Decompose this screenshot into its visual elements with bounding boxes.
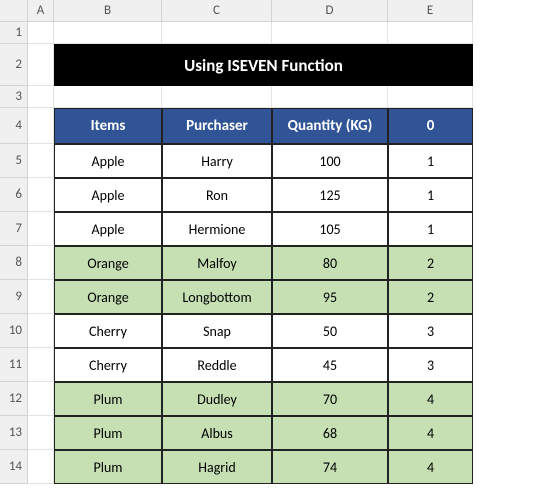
cell-item[interactable]: Plum xyxy=(54,416,162,450)
row-header-7[interactable]: 7 xyxy=(0,212,28,246)
row-header-2[interactable]: 2 xyxy=(0,44,28,86)
cell-quantity[interactable]: 74 xyxy=(272,450,388,484)
cell[interactable] xyxy=(272,22,388,44)
col-header-A[interactable]: A xyxy=(28,0,54,22)
cell-quantity[interactable]: 95 xyxy=(272,280,388,314)
cell[interactable] xyxy=(28,246,54,280)
row-header-9[interactable]: 9 xyxy=(0,280,28,314)
cell-group[interactable]: 3 xyxy=(388,348,473,382)
row-header-12[interactable]: 12 xyxy=(0,382,28,416)
cell-purchaser[interactable]: Harry xyxy=(162,144,272,178)
cell-group[interactable]: 1 xyxy=(388,212,473,246)
row-header-6[interactable]: 6 xyxy=(0,178,28,212)
cell-item[interactable]: Apple xyxy=(54,212,162,246)
cell-quantity[interactable]: 80 xyxy=(272,246,388,280)
cell[interactable] xyxy=(162,86,272,108)
row-header-14[interactable]: 14 xyxy=(0,450,28,484)
cell[interactable] xyxy=(28,144,54,178)
cell[interactable] xyxy=(388,22,473,44)
cell-item[interactable]: Plum xyxy=(54,450,162,484)
cell-purchaser[interactable]: Longbottom xyxy=(162,280,272,314)
cell-purchaser[interactable]: Ron xyxy=(162,178,272,212)
cell-item[interactable]: Cherry xyxy=(54,348,162,382)
cell[interactable] xyxy=(28,86,54,108)
cell-item[interactable]: Plum xyxy=(54,382,162,416)
cell-item[interactable]: Apple xyxy=(54,178,162,212)
cell[interactable] xyxy=(388,86,473,108)
cell-group[interactable]: 4 xyxy=(388,416,473,450)
cell-purchaser[interactable]: Hagrid xyxy=(162,450,272,484)
cell-quantity[interactable]: 70 xyxy=(272,382,388,416)
cell-quantity[interactable]: 125 xyxy=(272,178,388,212)
cell-quantity[interactable]: 50 xyxy=(272,314,388,348)
cell-group[interactable]: 4 xyxy=(388,382,473,416)
cell[interactable] xyxy=(28,450,54,484)
cell[interactable] xyxy=(28,212,54,246)
cell[interactable] xyxy=(28,314,54,348)
spreadsheet-grid[interactable]: ABCDE12Using ISEVEN Function34ItemsPurch… xyxy=(0,0,548,484)
cell-purchaser[interactable]: Dudley xyxy=(162,382,272,416)
cell-item[interactable]: Cherry xyxy=(54,314,162,348)
cell[interactable] xyxy=(28,280,54,314)
row-header-8[interactable]: 8 xyxy=(0,246,28,280)
cell[interactable] xyxy=(272,86,388,108)
cell[interactable] xyxy=(54,86,162,108)
cell[interactable] xyxy=(162,22,272,44)
cell-purchaser[interactable]: Snap xyxy=(162,314,272,348)
cell-item[interactable]: Orange xyxy=(54,246,162,280)
table-header-group: 0 xyxy=(388,108,473,144)
col-header-E[interactable]: E xyxy=(388,0,473,22)
cell-group[interactable]: 1 xyxy=(388,178,473,212)
cell-item[interactable]: Apple xyxy=(54,144,162,178)
col-header-B[interactable]: B xyxy=(54,0,162,22)
page-title: Using ISEVEN Function xyxy=(54,44,473,86)
row-header-5[interactable]: 5 xyxy=(0,144,28,178)
cell-purchaser[interactable]: Reddle xyxy=(162,348,272,382)
cell-group[interactable]: 1 xyxy=(388,144,473,178)
cell-purchaser[interactable]: Albus xyxy=(162,416,272,450)
table-header-quantity: Quantity (KG) xyxy=(272,108,388,144)
table-header-items: Items xyxy=(54,108,162,144)
row-header-11[interactable]: 11 xyxy=(0,348,28,382)
row-header-3[interactable]: 3 xyxy=(0,86,28,108)
row-header-13[interactable]: 13 xyxy=(0,416,28,450)
cell[interactable] xyxy=(28,44,54,86)
row-header-4[interactable]: 4 xyxy=(0,108,28,144)
cell-quantity[interactable]: 45 xyxy=(272,348,388,382)
cell-quantity[interactable]: 100 xyxy=(272,144,388,178)
table-header-purchaser: Purchaser xyxy=(162,108,272,144)
cell[interactable] xyxy=(28,108,54,144)
select-all-corner[interactable] xyxy=(0,0,28,22)
cell-group[interactable]: 2 xyxy=(388,246,473,280)
cell-quantity[interactable]: 68 xyxy=(272,416,388,450)
cell-group[interactable]: 2 xyxy=(388,280,473,314)
cell-purchaser[interactable]: Hermione xyxy=(162,212,272,246)
row-header-10[interactable]: 10 xyxy=(0,314,28,348)
cell-purchaser[interactable]: Malfoy xyxy=(162,246,272,280)
cell-quantity[interactable]: 105 xyxy=(272,212,388,246)
cell-item[interactable]: Orange xyxy=(54,280,162,314)
cell[interactable] xyxy=(28,178,54,212)
row-header-1[interactable]: 1 xyxy=(0,22,28,44)
cell[interactable] xyxy=(28,382,54,416)
cell[interactable] xyxy=(28,22,54,44)
cell-group[interactable]: 4 xyxy=(388,450,473,484)
cell[interactable] xyxy=(28,416,54,450)
cell[interactable] xyxy=(28,348,54,382)
cell-group[interactable]: 3 xyxy=(388,314,473,348)
cell[interactable] xyxy=(54,22,162,44)
col-header-D[interactable]: D xyxy=(272,0,388,22)
col-header-C[interactable]: C xyxy=(162,0,272,22)
